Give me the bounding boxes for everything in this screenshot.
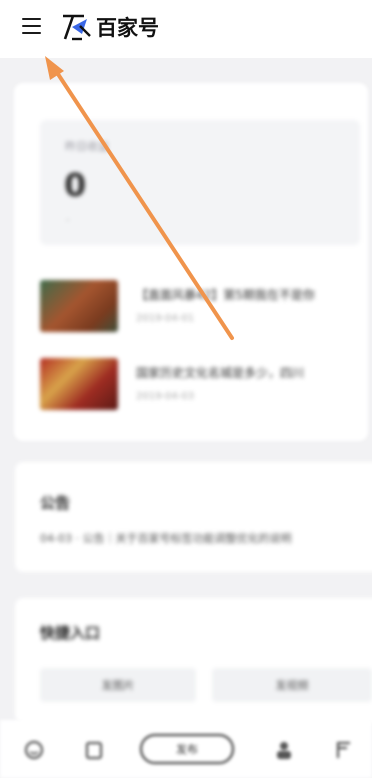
app-logo: 百家号 bbox=[60, 12, 159, 42]
article-title: 【直面风暴42】第5期我在不是你 bbox=[136, 288, 315, 302]
article-thumbnail bbox=[40, 358, 118, 410]
flag-icon[interactable] bbox=[334, 740, 354, 760]
article-date: 2019-04-03 bbox=[136, 391, 195, 402]
article-date: 2019-04-01 bbox=[136, 313, 195, 324]
blurred-layer: 昨日收益 0 - 【直面风暴42】第5期我在不是你 2019-04-01 国家历… bbox=[0, 0, 372, 778]
quick-entry-card bbox=[15, 598, 372, 723]
baijiahao-logo-icon bbox=[63, 14, 91, 41]
publish-button[interactable]: 发布 bbox=[140, 734, 234, 764]
list-item[interactable]: 【直面风暴42】第5期我在不是你 2019-04-01 bbox=[40, 280, 370, 332]
quick-entry-button[interactable]: 发图片 bbox=[40, 668, 196, 702]
notice-card[interactable] bbox=[15, 462, 372, 572]
article-thumbnail bbox=[40, 280, 118, 332]
article-title: 国家历史文化名城是多少，四川 bbox=[136, 366, 305, 380]
profile-icon[interactable] bbox=[274, 740, 294, 760]
menu-icon[interactable] bbox=[22, 17, 42, 35]
bottom-nav: 发布 bbox=[0, 720, 372, 778]
home-icon[interactable] bbox=[24, 740, 44, 760]
top-bar: 百家号 bbox=[0, 0, 372, 58]
stats-sub: - bbox=[66, 215, 70, 226]
stats-label: 昨日收益 bbox=[65, 140, 109, 153]
logo-text: 百家号 bbox=[96, 16, 159, 40]
notice-title: 公告 bbox=[40, 494, 71, 512]
list-item[interactable]: 国家历史文化名城是多少，四川 2019-04-03 bbox=[40, 358, 370, 410]
stats-value: 0 bbox=[64, 166, 87, 204]
notice-text[interactable]: 04-03 · 公告｜关于百家号标签功能调整优化的说明 bbox=[40, 530, 291, 546]
quick-entry-button[interactable]: 发视频 bbox=[212, 668, 372, 702]
content-icon[interactable] bbox=[84, 740, 104, 760]
quick-entry-title: 快捷入口 bbox=[40, 624, 101, 642]
